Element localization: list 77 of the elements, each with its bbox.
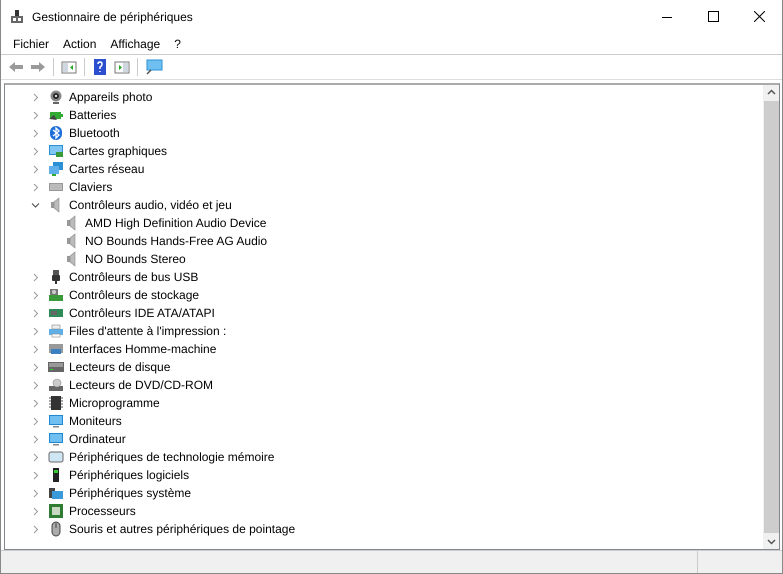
expand-chevron-icon[interactable] [31,290,40,300]
tree-item[interactable]: Interfaces Homme-machine [69,342,216,356]
tree-item[interactable]: Périphériques système [69,486,192,500]
computer-icon [48,431,64,447]
expand-chevron-icon[interactable] [31,506,40,516]
expand-chevron-icon[interactable] [31,434,40,444]
tree-item[interactable]: Claviers [69,180,112,194]
expand-chevron-icon[interactable] [31,398,40,408]
tree-item[interactable]: Batteries [69,108,116,122]
expand-chevron-icon[interactable] [31,416,40,426]
tree-item[interactable]: Files d'attente à l'impression : [69,324,226,338]
tree-item[interactable]: Moniteurs [69,414,122,428]
expand-chevron-icon[interactable] [31,146,40,156]
expand-chevron-icon[interactable] [31,452,40,462]
display-card-icon [48,143,64,159]
tree-item[interactable]: Cartes réseau [69,162,144,176]
tree-item[interactable]: Lecteurs de disque [69,360,170,374]
tree-item[interactable]: Périphériques logiciels [69,468,190,482]
tree-item[interactable]: Appareils photo [69,90,152,104]
expand-chevron-icon[interactable] [31,524,40,534]
expand-chevron-icon[interactable] [31,344,40,354]
tree-item[interactable]: Ordinateur [69,432,126,446]
pane-left-icon [61,59,77,75]
network-icon [48,161,64,177]
pane-right-icon [114,59,130,75]
tree-item[interactable]: Bluetooth [69,126,120,140]
memory-icon [48,449,64,465]
tree-item[interactable]: Contrôleurs IDE ATA/ATAPI [69,306,215,320]
arrow-left-icon [8,59,24,75]
menu-item[interactable]: Fichier [6,34,56,52]
expand-chevron-icon[interactable] [31,488,40,498]
tree-item[interactable]: Cartes graphiques [69,144,168,158]
device-manager-icon [9,8,25,24]
tree-item[interactable]: Contrôleurs de bus USB [69,270,198,284]
menu-item[interactable]: ? [167,34,188,52]
expand-chevron-icon[interactable] [31,308,40,318]
expand-chevron-icon[interactable] [31,92,40,102]
disk-drive-icon [48,359,64,375]
monitor-icon [48,413,64,429]
menu-item[interactable]: Action [56,34,104,52]
tree-item[interactable]: AMD High Definition Audio Device [85,216,266,230]
menu-item[interactable]: Affichage [103,34,168,52]
window-title: Gestionnaire de périphériques [32,10,193,24]
tree-item[interactable]: Processeurs [69,504,136,518]
expand-chevron-icon[interactable] [31,362,40,372]
tree-item[interactable]: Contrôleurs audio, vidéo et jeu [69,198,232,212]
chip-icon [48,395,64,411]
help-icon [92,59,108,75]
bluetooth-icon [48,125,64,141]
tree-item[interactable]: NO Bounds Stereo [85,252,186,266]
tree-item[interactable]: Souris et autres périphériques de pointage [69,522,296,536]
tree-item[interactable]: Microprogramme [69,396,160,410]
expand-chevron-icon[interactable] [31,470,40,480]
tree-item[interactable]: NO Bounds Hands-Free AG Audio [85,234,268,248]
collapse-chevron-icon[interactable] [31,200,40,210]
tree-item[interactable]: Lecteurs de DVD/CD-ROM [69,378,214,392]
expand-chevron-icon[interactable] [31,164,40,174]
expand-chevron-icon[interactable] [31,182,40,192]
tree-item[interactable]: Contrôleurs de stockage [69,288,200,302]
processor-icon [48,503,64,519]
arrow-right-icon [30,59,46,75]
expand-chevron-icon[interactable] [31,326,40,336]
scroll-down-icon[interactable] [766,539,776,545]
close-icon [754,11,764,22]
storage-icon [48,287,64,303]
monitor-icon [145,59,163,75]
dvd-drive-icon [48,377,64,393]
expand-chevron-icon[interactable] [31,110,40,120]
scrollbar[interactable] [763,85,779,549]
printer-icon [48,323,64,339]
expand-chevron-icon[interactable] [31,128,40,138]
expand-chevron-icon[interactable] [31,380,40,390]
tree-item[interactable]: Périphériques de technologie mémoire [69,450,274,464]
camera-icon [48,89,64,105]
expand-chevron-icon[interactable] [31,272,40,282]
scroll-up-icon[interactable] [766,89,776,95]
maximize-icon [708,11,718,22]
